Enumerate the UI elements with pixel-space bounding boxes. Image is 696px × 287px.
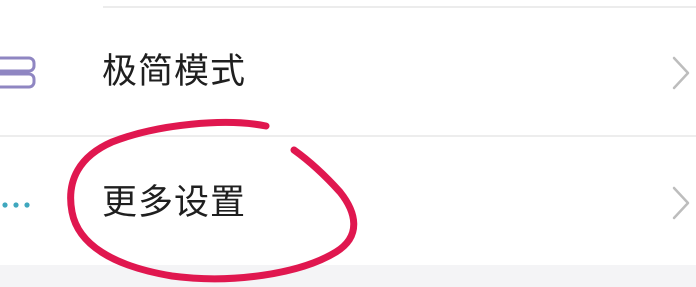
menu-item-label: 极简模式 (102, 52, 247, 92)
menu-item-label: 更多设置 (102, 183, 247, 223)
menu-item-more-settings[interactable]: 更多设置 (0, 137, 696, 265)
list-icon (0, 56, 36, 89)
chevron-right-icon (672, 186, 690, 220)
section-gap (0, 265, 696, 287)
menu-item-minimal-mode[interactable]: 极简模式 (0, 8, 696, 136)
chevron-right-icon (672, 56, 690, 90)
more-dots-icon (2, 202, 30, 208)
